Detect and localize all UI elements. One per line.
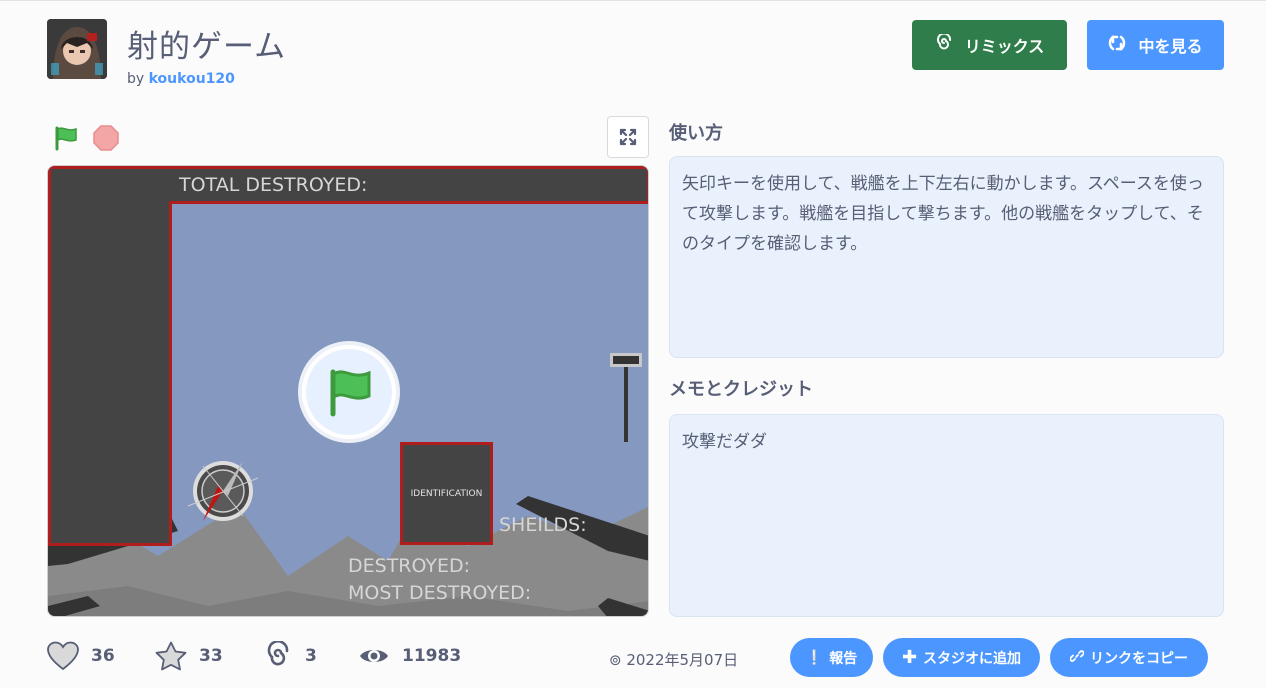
see-inside-button[interactable]: 中を見る bbox=[1087, 20, 1224, 70]
instructions-heading: 使い方 bbox=[669, 123, 723, 144]
project-header: 射的ゲーム by koukou120 リミックス 中を見る bbox=[47, 19, 1224, 89]
favorite-count: 33 bbox=[199, 646, 223, 666]
favorite-stat[interactable]: 33 bbox=[155, 641, 223, 671]
date-icon: ⊚ bbox=[609, 651, 627, 669]
heart-icon bbox=[47, 641, 79, 671]
stop-icon[interactable] bbox=[92, 124, 120, 152]
notes-heading: メモとクレジット bbox=[669, 379, 813, 400]
author-byline: by koukou120 bbox=[127, 71, 235, 87]
remix-button[interactable]: リミックス bbox=[912, 20, 1067, 70]
copy-link-label: リンクをコピー bbox=[1090, 650, 1188, 667]
project-stage[interactable]: TOTAL DESTROYED: IDENTIFICATION SHEILDS:… bbox=[47, 165, 649, 617]
shared-date: ⊚ 2022年5月07日 bbox=[609, 649, 738, 670]
exclamation-icon: ❕ bbox=[805, 649, 824, 666]
project-footer: 36 33 3 11983 ⊚ 2022年5月07日 ❕ 報告 ✚ スタジオに追… bbox=[47, 637, 1224, 679]
green-flag-icon bbox=[330, 369, 371, 417]
report-button-label: 報告 bbox=[829, 650, 858, 667]
player-controls bbox=[47, 116, 649, 158]
notes-text: 攻撃だダダ bbox=[682, 432, 767, 452]
eye-icon bbox=[360, 650, 388, 662]
see-inside-button-label: 中を見る bbox=[1138, 37, 1203, 56]
notes-box: 攻撃だダダ bbox=[669, 414, 1224, 617]
remix-button-label: リミックス bbox=[964, 37, 1045, 56]
author-link[interactable]: koukou120 bbox=[149, 71, 235, 87]
author-avatar[interactable] bbox=[47, 19, 107, 79]
views-count: 11983 bbox=[402, 646, 462, 666]
love-stat[interactable]: 36 bbox=[47, 641, 115, 671]
start-overlay-inner bbox=[302, 345, 396, 439]
most-destroyed-label: MOST DESTROYED: bbox=[348, 582, 532, 604]
love-count: 36 bbox=[91, 646, 115, 666]
plus-icon: ✚ bbox=[901, 647, 918, 668]
identification-label: IDENTIFICATION bbox=[410, 488, 483, 499]
date-text: 2022年5月07日 bbox=[626, 651, 739, 669]
instructions-box: 矢印キーを使用して、戦艦を上下左右に動かします。スペースを使って攻撃します。戦艦… bbox=[669, 156, 1224, 358]
start-overlay-button[interactable] bbox=[298, 341, 400, 443]
remix-count: 3 bbox=[305, 646, 317, 666]
remix-swirl-icon bbox=[935, 32, 953, 56]
fullscreen-icon[interactable] bbox=[607, 116, 649, 158]
report-button[interactable]: ❕ 報告 bbox=[790, 638, 873, 677]
destroyed-label: DESTROYED: bbox=[348, 555, 471, 577]
total-destroyed-label: TOTAL DESTROYED: bbox=[179, 174, 368, 196]
remix-swirl-icon bbox=[267, 641, 289, 666]
instructions-text: 矢印キーを使用して、戦艦を上下左右に動かします。スペースを使って攻撃します。戦艦… bbox=[682, 174, 1204, 254]
add-to-studio-label: スタジオに追加 bbox=[923, 650, 1022, 667]
by-prefix: by bbox=[127, 71, 145, 87]
link-icon bbox=[1069, 649, 1085, 667]
shields-label: SHEILDS: bbox=[499, 514, 587, 536]
see-inside-icon bbox=[1108, 34, 1126, 56]
add-to-studio-button[interactable]: ✚ スタジオに追加 bbox=[883, 638, 1040, 677]
left-side-panel bbox=[48, 166, 172, 546]
views-stat: 11983 bbox=[358, 641, 461, 671]
identification-box: IDENTIFICATION bbox=[400, 442, 493, 545]
project-title: 射的ゲーム bbox=[127, 29, 287, 65]
remix-stat: 3 bbox=[263, 641, 317, 671]
copy-link-button[interactable]: リンクをコピー bbox=[1050, 638, 1208, 677]
star-icon bbox=[155, 641, 187, 671]
green-flag-icon[interactable] bbox=[52, 124, 80, 152]
